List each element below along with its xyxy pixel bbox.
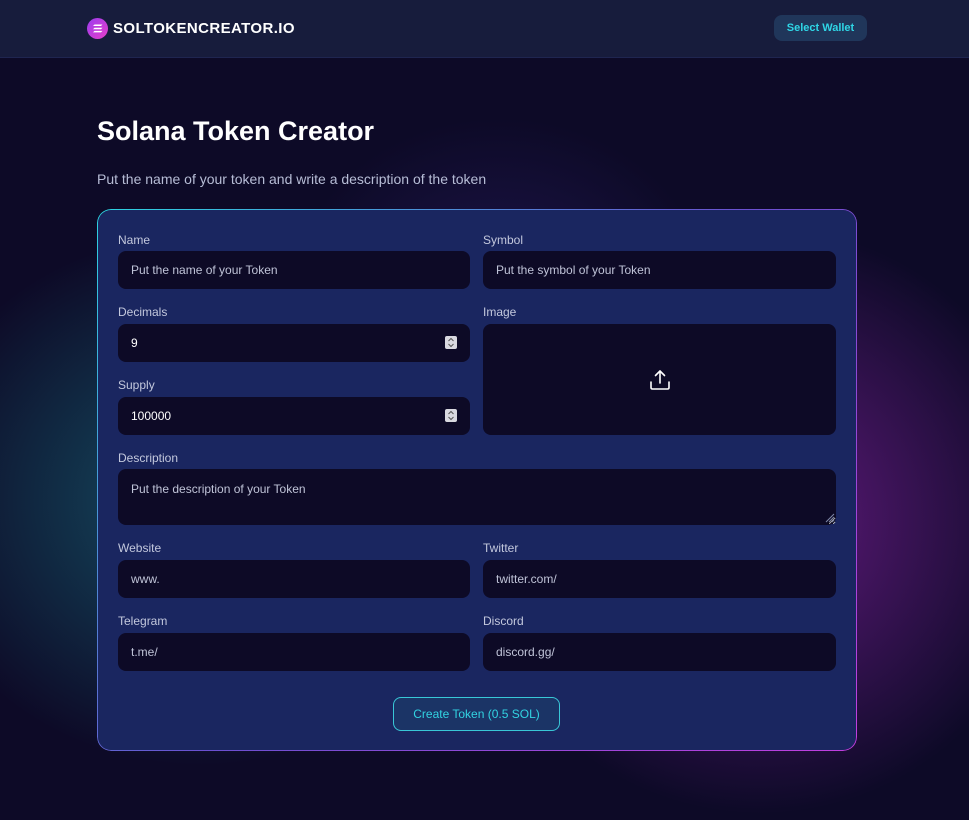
navbar: SOLTOKENCREATOR.IO Select Wallet (0, 0, 969, 58)
telegram-label: Telegram (118, 614, 168, 628)
create-token-button[interactable]: Create Token (0.5 SOL) (393, 697, 560, 731)
upload-icon (649, 369, 670, 390)
solana-logo-icon (87, 17, 108, 39)
image-upload-dropzone[interactable] (483, 324, 836, 435)
stepper-arrows-icon (448, 337, 454, 348)
page-title: Solana Token Creator (97, 116, 375, 146)
symbol-label: Symbol (483, 233, 524, 247)
select-wallet-button[interactable]: Select Wallet (774, 15, 867, 41)
image-label: Image (483, 305, 517, 319)
supply-input[interactable] (118, 397, 470, 435)
name-label: Name (118, 233, 151, 247)
discord-label: Discord (483, 614, 524, 628)
name-input[interactable] (118, 251, 470, 289)
website-label: Website (118, 541, 162, 555)
supply-label: Supply (118, 378, 155, 392)
stepper-arrows-icon (448, 410, 454, 421)
decimals-stepper[interactable] (445, 336, 457, 349)
discord-input[interactable] (483, 633, 836, 671)
website-input[interactable] (118, 560, 470, 598)
decimals-label: Decimals (118, 305, 168, 319)
description-textarea[interactable] (118, 469, 836, 525)
supply-stepper[interactable] (445, 409, 457, 422)
brand[interactable]: SOLTOKENCREATOR.IO (87, 17, 295, 39)
page-subtitle: Put the name of your token and write a d… (97, 171, 487, 187)
brand-name: SOLTOKENCREATOR.IO (113, 19, 295, 37)
telegram-input[interactable] (118, 633, 470, 671)
twitter-input[interactable] (483, 560, 836, 598)
decimals-input[interactable] (118, 324, 470, 362)
resize-grip-icon[interactable] (824, 512, 835, 523)
description-label: Description (118, 451, 179, 465)
symbol-input[interactable] (483, 251, 836, 289)
twitter-label: Twitter (483, 541, 519, 555)
